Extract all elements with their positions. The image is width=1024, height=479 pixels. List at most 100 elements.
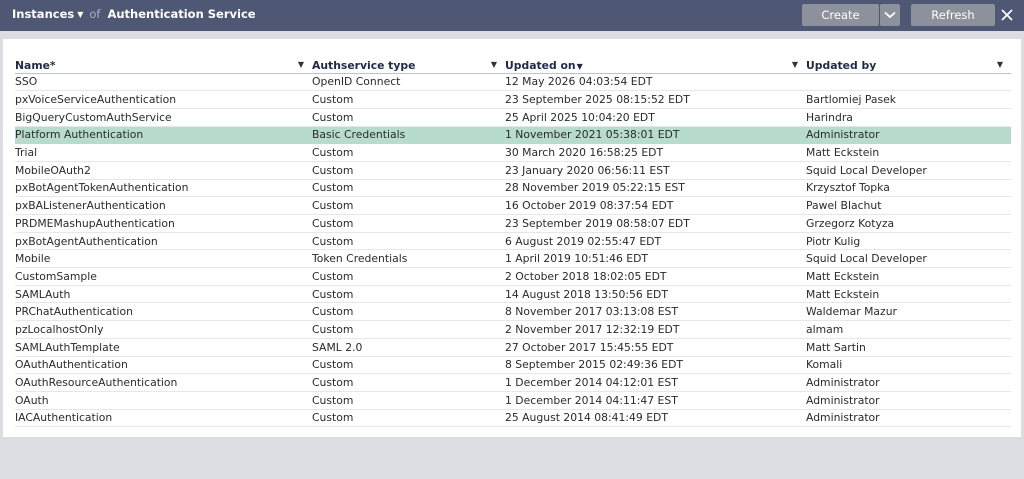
table-row[interactable]: IACAuthentication Custom 25 August 2014 08… [15,409,1011,428]
filter-icon[interactable]: ▼ [298,60,304,69]
cell-updated-on: 1 April 2019 10:51:46 EDT [505,249,806,269]
column-header-label: Updated by [806,58,877,72]
cell-name[interactable]: pxBotAgentAuthentication [15,232,312,251]
cell-authservice-type: Custom [312,320,505,339]
create-options-button[interactable] [880,4,900,26]
cell-updated-on: 6 August 2019 02:55:47 EDT [505,232,806,251]
cell-updated-on: 28 November 2019 05:22:15 EST [505,179,806,198]
table-row[interactable]: pzLocalhostOnly Custom 2 November 2017 12:… [15,320,1011,339]
cell-name[interactable]: CustomSample [15,267,312,286]
cell-updated-by: Matt Eckstein [806,285,1011,304]
cell-updated-on: 25 April 2025 10:04:20 EDT [505,108,806,127]
cell-updated-by: Waldemar Mazur [806,302,1011,322]
refresh-button[interactable]: Refresh [911,4,995,26]
cell-name[interactable]: Platform Authentication [15,126,312,145]
cell-name[interactable]: Trial [15,143,312,162]
cell-updated-by: almam [806,320,1011,339]
cell-updated-on: 27 October 2017 15:45:55 EDT [505,338,806,357]
cell-name[interactable]: Mobile [15,249,312,269]
cell-authservice-type: Custom [312,302,505,322]
sort-descending-icon[interactable]: ▼ [577,62,583,71]
cell-updated-by: Administrator [806,126,1011,145]
cell-name[interactable]: pxVoiceServiceAuthentication [15,90,312,109]
cell-authservice-type: SAML 2.0 [312,338,505,357]
of-label: of [89,7,101,21]
cell-name[interactable]: IACAuthentication [15,409,312,428]
table-row[interactable]: CustomSample Custom 2 October 2018 18:02:0… [15,267,1011,286]
table-row[interactable]: pxVoiceServiceAuthentication Custom 23 Sep… [15,90,1011,109]
table-body: SSO OpenID Connect 12 May 2026 04:03:54 ED… [15,73,1011,428]
table-row[interactable]: PRChatAuthentication Custom 8 November 201… [15,302,1011,322]
cell-authservice-type: Custom [312,214,505,233]
cell-name[interactable]: PRDMEMashupAuthentication [15,214,312,233]
cell-updated-by: Krzysztof Topka [806,179,1011,198]
cell-updated-on: 1 December 2014 04:12:01 EST [505,373,806,392]
table-row[interactable]: Trial Custom 30 March 2020 16:58:25 EDT Mat… [15,143,1011,162]
cell-updated-by: Matt Eckstein [806,143,1011,162]
table-row[interactable]: SSO OpenID Connect 12 May 2026 04:03:54 ED… [15,73,1011,92]
instances-table: Name* ▼ Authservice type ▼ Updated on▼ ▼… [15,58,1011,428]
breadcrumb: Instances ▼ of Authentication Service [12,7,256,21]
cell-updated-on: 8 September 2015 02:49:36 EDT [505,356,806,375]
table-row[interactable]: SAMLAuth Custom 14 August 2018 13:50:56 ED… [15,285,1011,304]
cell-updated-by: Squid Local Developer [806,161,1011,180]
column-header-label: Updated on [505,58,576,72]
table-row[interactable]: PRDMEMashupAuthentication Custom 23 Septem… [15,214,1011,233]
instances-menu[interactable]: Instances [12,7,74,21]
table-row[interactable]: MobileOAuth2 Custom 23 January 2020 06:56:… [15,161,1011,180]
cell-updated-on: 14 August 2018 13:50:56 EDT [505,285,806,304]
table-row[interactable]: SAMLAuthTemplate SAML 2.0 27 October 2017 … [15,338,1011,357]
cell-name[interactable]: OAuthAuthentication [15,356,312,375]
cell-name[interactable]: SAMLAuth [15,285,312,304]
cell-authservice-type: OpenID Connect [312,73,505,92]
table-row[interactable]: OAuthAuthentication Custom 8 September 201… [15,356,1011,375]
cell-updated-by: Komali [806,356,1011,375]
instances-panel: Name* ▼ Authservice type ▼ Updated on▼ ▼… [3,39,1021,437]
cell-name[interactable]: pzLocalhostOnly [15,320,312,339]
cell-updated-on: 23 September 2019 08:58:07 EDT [505,214,806,233]
table-row[interactable]: Mobile Token Credentials 1 April 2019 10:5… [15,249,1011,269]
table-row[interactable]: pxBAListenerAuthentication Custom 16 Octob… [15,196,1011,215]
cell-name[interactable]: PRChatAuthentication [15,302,312,322]
table-header-row: Name* ▼ Authservice type ▼ Updated on▼ ▼… [15,58,1011,74]
cell-updated-on: 2 October 2018 18:02:05 EDT [505,267,806,286]
cell-name[interactable]: BigQueryCustomAuthService [15,108,312,127]
table-row[interactable]: pxBotAgentTokenAuthentication Custom 28 No… [15,179,1011,198]
cell-name[interactable]: SSO [15,73,312,92]
cell-updated-by: Pawel Blachut [806,196,1011,215]
cell-authservice-type: Custom [312,143,505,162]
cell-authservice-type: Custom [312,196,505,215]
table-row[interactable]: pxBotAgentAuthentication Custom 6 August 2… [15,232,1011,251]
table-row[interactable]: Platform Authentication Basic Credentials… [15,126,1011,145]
cell-authservice-type: Custom [312,267,505,286]
table-row[interactable]: BigQueryCustomAuthService Custom 25 April … [15,108,1011,127]
filter-icon[interactable]: ▼ [792,60,798,69]
cell-name[interactable]: pxBAListenerAuthentication [15,196,312,215]
column-header-label: Authservice type [312,58,416,72]
cell-name[interactable]: SAMLAuthTemplate [15,338,312,357]
filter-icon[interactable]: ▼ [997,60,1003,69]
column-header-updated-by[interactable]: Updated by ▼ [806,58,1011,74]
filter-icon[interactable]: ▼ [491,60,497,69]
create-button[interactable]: Create [802,4,879,26]
cell-updated-by: Administrator [806,409,1011,428]
cell-updated-by: Matt Eckstein [806,267,1011,286]
table-row[interactable]: OAuth Custom 1 December 2014 04:11:47 EST A… [15,391,1011,410]
close-icon[interactable] [999,5,1015,25]
cell-updated-by: Administrator [806,373,1011,392]
cell-authservice-type: Custom [312,179,505,198]
table-row[interactable]: OAuthResourceAuthentication Custom 1 Decem… [15,373,1011,392]
cell-updated-by: Matt Sartin [806,338,1011,357]
top-bar: Instances ▼ of Authentication Service Cr… [0,0,1024,31]
cell-name[interactable]: OAuthResourceAuthentication [15,373,312,392]
caret-down-icon[interactable]: ▼ [77,10,83,19]
column-header-updated-on[interactable]: Updated on▼ ▼ [505,58,806,74]
column-header-name[interactable]: Name* ▼ [15,58,312,74]
cell-updated-on: 1 November 2021 05:38:01 EDT [505,126,806,145]
cell-name[interactable]: MobileOAuth2 [15,161,312,180]
cell-authservice-type: Custom [312,90,505,109]
column-header-authservice-type[interactable]: Authservice type ▼ [312,58,505,74]
cell-updated-by: Administrator [806,391,1011,410]
cell-name[interactable]: OAuth [15,391,312,410]
cell-name[interactable]: pxBotAgentTokenAuthentication [15,179,312,198]
